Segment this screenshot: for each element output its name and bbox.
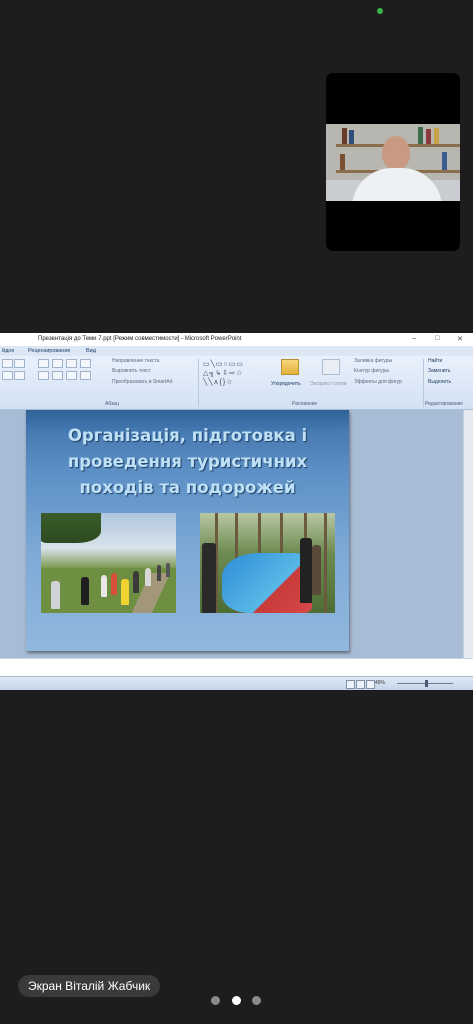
- shape-effects-button[interactable]: Эффекты для фигур: [354, 379, 402, 385]
- hiker: [51, 581, 60, 609]
- status-bar: 49%: [0, 676, 473, 690]
- forest-edge: [41, 513, 101, 543]
- select-button[interactable]: Выделить: [428, 379, 451, 385]
- tab-view[interactable]: Вид: [86, 348, 96, 354]
- slide-title: Організація, підготовка і проведення тур…: [46, 423, 329, 501]
- notes-pane[interactable]: [0, 658, 473, 677]
- page-indicator-dot[interactable]: [252, 996, 261, 1005]
- bullets-button[interactable]: [38, 359, 49, 368]
- hiker: [166, 563, 170, 577]
- text-direction-button[interactable]: Направление текста: [112, 358, 159, 364]
- ribbon: йдое Рецензирование Вид Направление текс…: [0, 346, 473, 410]
- page-indicator-dot-active[interactable]: [232, 996, 241, 1005]
- vertical-scrollbar[interactable]: [463, 410, 473, 658]
- find-button[interactable]: Найти: [428, 358, 442, 364]
- person: [312, 545, 321, 595]
- tab-review[interactable]: Рецензирование: [28, 348, 70, 354]
- window-titlebar: Презентація до Теми 7.ppt [Режим совмест…: [0, 333, 473, 346]
- forest-camp-photo: [200, 513, 335, 613]
- normal-view-icon[interactable]: [346, 680, 355, 689]
- group-separator: [423, 359, 424, 407]
- tree-trunk: [324, 513, 327, 613]
- indent-button[interactable]: [66, 359, 77, 368]
- book: [426, 129, 431, 144]
- quick-styles-icon: [322, 359, 340, 375]
- person: [202, 543, 216, 613]
- book: [418, 127, 423, 144]
- tent-tarp: [222, 553, 312, 613]
- arrange-icon: [281, 359, 299, 375]
- replace-button[interactable]: Заменить: [428, 368, 450, 374]
- shape-fill-button[interactable]: Заливка фигуры: [354, 358, 392, 364]
- zoom-level[interactable]: 49%: [375, 680, 385, 686]
- book: [342, 128, 347, 144]
- font-format-button[interactable]: [2, 371, 13, 380]
- align-right-button[interactable]: [66, 371, 77, 380]
- quick-styles-button[interactable]: Экспресс-стили: [310, 381, 347, 387]
- participant-video-frame: [326, 124, 460, 201]
- group-editing-label: Редактирование: [425, 401, 464, 407]
- group-drawing-label: Рисование: [292, 401, 318, 407]
- hiker: [133, 571, 139, 593]
- slideshow-icon[interactable]: [366, 680, 375, 689]
- slide[interactable]: Організація, підготовка і проведення тур…: [26, 410, 349, 651]
- hiker: [81, 577, 89, 605]
- shape-outline-button[interactable]: Контур фигуры: [354, 368, 389, 374]
- tab-design[interactable]: йдое: [2, 348, 14, 354]
- font-size-button[interactable]: [14, 359, 25, 368]
- book: [349, 130, 354, 144]
- book: [340, 154, 345, 170]
- align-text-button[interactable]: Выровнять текст: [112, 368, 151, 374]
- shapes-gallery[interactable]: ▭╲▭○▭▭ △╗↳⇩⇨☆ ╲╲∧{}☆: [203, 360, 265, 392]
- hiker: [111, 573, 117, 595]
- font-size-button[interactable]: [2, 359, 13, 368]
- minimize-button[interactable]: –: [412, 335, 416, 342]
- slide-title-line: Організація, підготовка і: [67, 426, 308, 445]
- book: [442, 152, 447, 170]
- slide-title-line: походів та подорожей: [79, 478, 296, 497]
- ribbon-body: Направление текста Выровнять текст Преоб…: [0, 356, 473, 409]
- group-paragraph-label: Абзац: [105, 401, 120, 407]
- numbering-button[interactable]: [52, 359, 63, 368]
- maximize-button[interactable]: □: [435, 335, 439, 342]
- group-separator: [198, 359, 199, 407]
- sorter-view-icon[interactable]: [356, 680, 365, 689]
- align-left-button[interactable]: [38, 371, 49, 380]
- participant-name-tag: Экран Віталій Жабчик: [18, 975, 161, 997]
- slide-title-line: проведення туристичних: [67, 452, 308, 471]
- ribbon-tabs: йдое Рецензирование Вид: [0, 346, 473, 356]
- font-format-button[interactable]: [14, 371, 25, 380]
- hiker: [145, 568, 151, 586]
- speaking-indicator-dot: [377, 8, 383, 14]
- convert-smartart-button[interactable]: Преобразовать в SmartArt: [112, 379, 173, 385]
- window-title: Презентація до Теми 7.ppt [Режим совмест…: [38, 336, 242, 342]
- book: [434, 128, 439, 144]
- close-button[interactable]: ✕: [457, 335, 463, 343]
- hiker: [157, 565, 161, 581]
- hiker: [101, 575, 107, 597]
- person: [300, 538, 312, 603]
- justify-button[interactable]: [80, 371, 91, 380]
- hiker: [121, 579, 129, 605]
- hiking-group-photo: [41, 513, 176, 613]
- arrange-button[interactable]: Упорядочить: [271, 381, 301, 387]
- participant-video-tile[interactable]: [326, 73, 460, 251]
- zoom-slider-thumb[interactable]: [425, 680, 428, 687]
- indent-button[interactable]: [80, 359, 91, 368]
- align-center-button[interactable]: [52, 371, 63, 380]
- page-indicator-dot[interactable]: [211, 996, 220, 1005]
- participant-head: [382, 136, 410, 170]
